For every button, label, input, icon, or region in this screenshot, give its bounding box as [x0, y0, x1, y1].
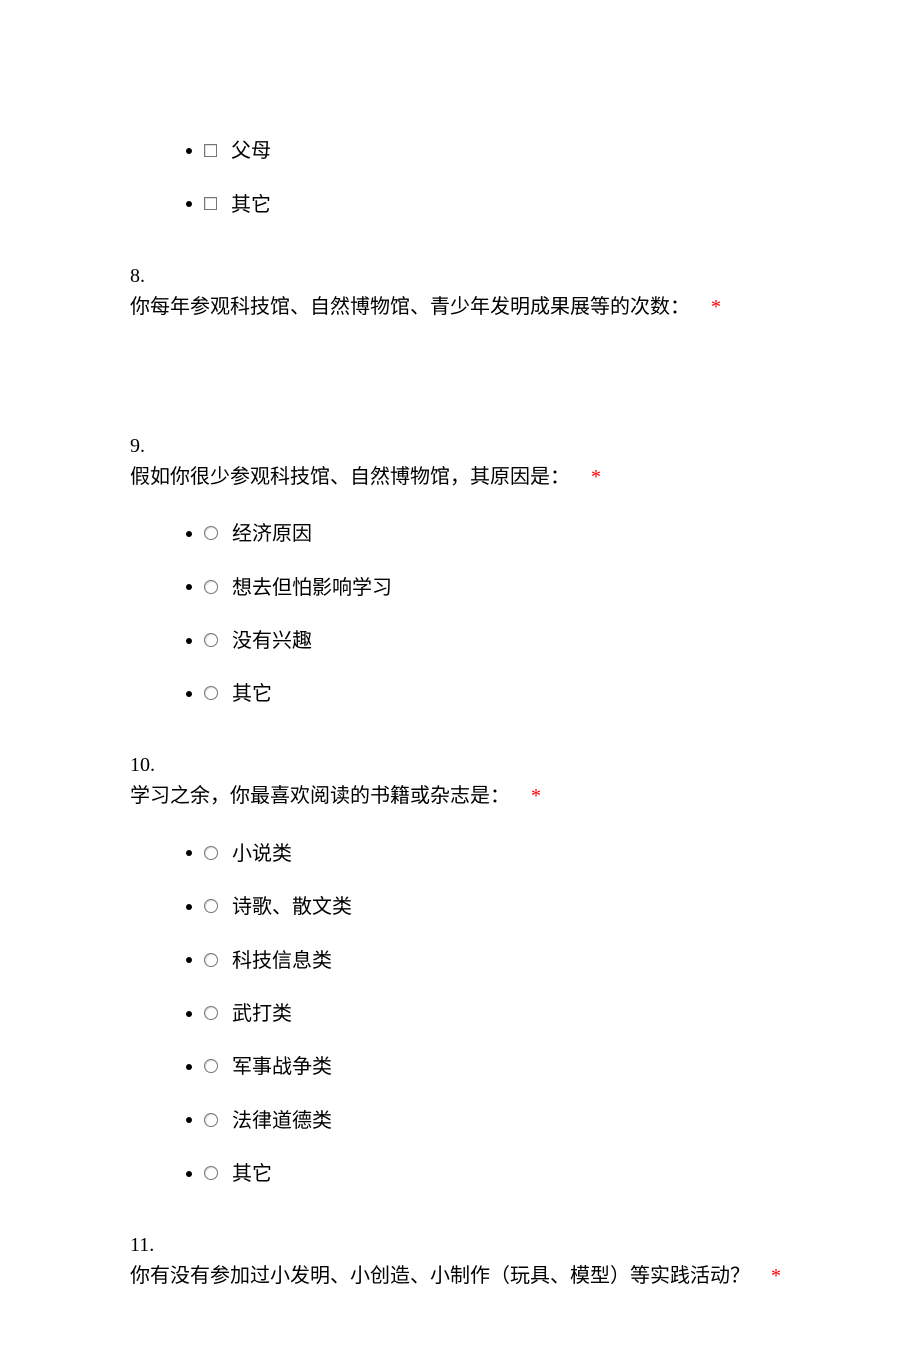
checkbox-icon: [204, 197, 217, 210]
question-10: 10. 学习之余，你最喜欢阅读的书籍或杂志是： *: [130, 750, 790, 812]
option-label: 其它: [232, 1159, 272, 1189]
question-text-content: 你每年参观科技馆、自然博物馆、青少年发明成果展等的次数：: [130, 296, 690, 318]
option-study[interactable]: 想去但怕影响学习: [204, 573, 392, 603]
option-label: 其它: [232, 679, 272, 709]
option-label: 武打类: [232, 999, 292, 1029]
option-label: 经济原因: [232, 519, 312, 549]
option-label: 小说类: [232, 839, 292, 869]
option-label: 法律道德类: [232, 1106, 332, 1136]
list-item: 想去但怕影响学习: [204, 560, 790, 613]
list-item: 科技信息类: [204, 933, 790, 986]
option-novel[interactable]: 小说类: [204, 839, 292, 869]
q9-options: 经济原因 想去但怕影响学习 没有兴趣 其它: [130, 507, 790, 721]
list-item: 经济原因: [204, 507, 790, 560]
question-number: 8.: [130, 261, 790, 291]
option-label: 想去但怕影响学习: [232, 573, 392, 603]
q10-options: 小说类 诗歌、散文类 科技信息类 武打类 军事战争类: [130, 826, 790, 1200]
option-poetry[interactable]: 诗歌、散文类: [204, 892, 352, 922]
list-item: 其它: [204, 177, 790, 230]
radio-icon: [204, 580, 218, 594]
list-item: 父母: [204, 124, 790, 177]
question-text-content: 你有没有参加过小发明、小创造、小制作（玩具、模型）等实践活动？: [130, 1265, 750, 1287]
required-mark: *: [771, 1265, 781, 1287]
spacer: [130, 331, 790, 431]
question-9: 9. 假如你很少参观科技馆、自然博物馆，其原因是： *: [130, 431, 790, 493]
option-label: 军事战争类: [232, 1052, 332, 1082]
question-number: 10.: [130, 750, 790, 780]
radio-icon: [204, 1166, 218, 1180]
list-item: 没有兴趣: [204, 614, 790, 667]
question-11: 11. 你有没有参加过小发明、小创造、小制作（玩具、模型）等实践活动？ *: [130, 1230, 790, 1292]
question-text: 你有没有参加过小发明、小创造、小制作（玩具、模型）等实践活动？ *: [130, 1260, 790, 1292]
list-item: 小说类: [204, 826, 790, 879]
radio-icon: [204, 953, 218, 967]
list-item: 武打类: [204, 987, 790, 1040]
option-label: 没有兴趣: [232, 626, 312, 656]
required-mark: *: [531, 785, 541, 807]
required-mark: *: [711, 296, 721, 318]
radio-icon: [204, 1113, 218, 1127]
radio-icon: [204, 526, 218, 540]
required-mark: *: [591, 466, 601, 488]
q7-options-tail: 父母 其它: [130, 124, 790, 231]
option-tech[interactable]: 科技信息类: [204, 946, 332, 976]
radio-icon: [204, 686, 218, 700]
option-label: 诗歌、散文类: [232, 892, 352, 922]
option-economic[interactable]: 经济原因: [204, 519, 312, 549]
radio-icon: [204, 1059, 218, 1073]
list-item: 其它: [204, 667, 790, 720]
question-number: 11.: [130, 1230, 790, 1260]
question-8: 8. 你每年参观科技馆、自然博物馆、青少年发明成果展等的次数： *: [130, 261, 790, 323]
question-text-content: 假如你很少参观科技馆、自然博物馆，其原因是：: [130, 466, 570, 488]
question-number: 9.: [130, 431, 790, 461]
checkbox-icon: [204, 144, 217, 157]
list-item: 其它: [204, 1147, 790, 1200]
option-martial[interactable]: 武打类: [204, 999, 292, 1029]
option-label: 科技信息类: [232, 946, 332, 976]
survey-page: 父母 其它 8. 你每年参观科技馆、自然博物馆、青少年发明成果展等的次数： * …: [0, 0, 920, 1360]
option-military[interactable]: 军事战争类: [204, 1052, 332, 1082]
question-text: 学习之余，你最喜欢阅读的书籍或杂志是： *: [130, 780, 790, 812]
list-item: 军事战争类: [204, 1040, 790, 1093]
question-text: 假如你很少参观科技馆、自然博物馆，其原因是： *: [130, 461, 790, 493]
option-label: 父母: [231, 136, 271, 166]
question-text: 你每年参观科技馆、自然博物馆、青少年发明成果展等的次数： *: [130, 291, 790, 323]
list-item: 法律道德类: [204, 1093, 790, 1146]
option-other[interactable]: 其它: [204, 190, 271, 220]
option-other[interactable]: 其它: [204, 1159, 272, 1189]
radio-icon: [204, 846, 218, 860]
option-law[interactable]: 法律道德类: [204, 1106, 332, 1136]
radio-icon: [204, 633, 218, 647]
option-parents[interactable]: 父母: [204, 136, 271, 166]
option-other[interactable]: 其它: [204, 679, 272, 709]
radio-icon: [204, 1006, 218, 1020]
option-label: 其它: [231, 190, 271, 220]
radio-icon: [204, 899, 218, 913]
question-text-content: 学习之余，你最喜欢阅读的书籍或杂志是：: [130, 785, 510, 807]
list-item: 诗歌、散文类: [204, 880, 790, 933]
option-no-interest[interactable]: 没有兴趣: [204, 626, 312, 656]
